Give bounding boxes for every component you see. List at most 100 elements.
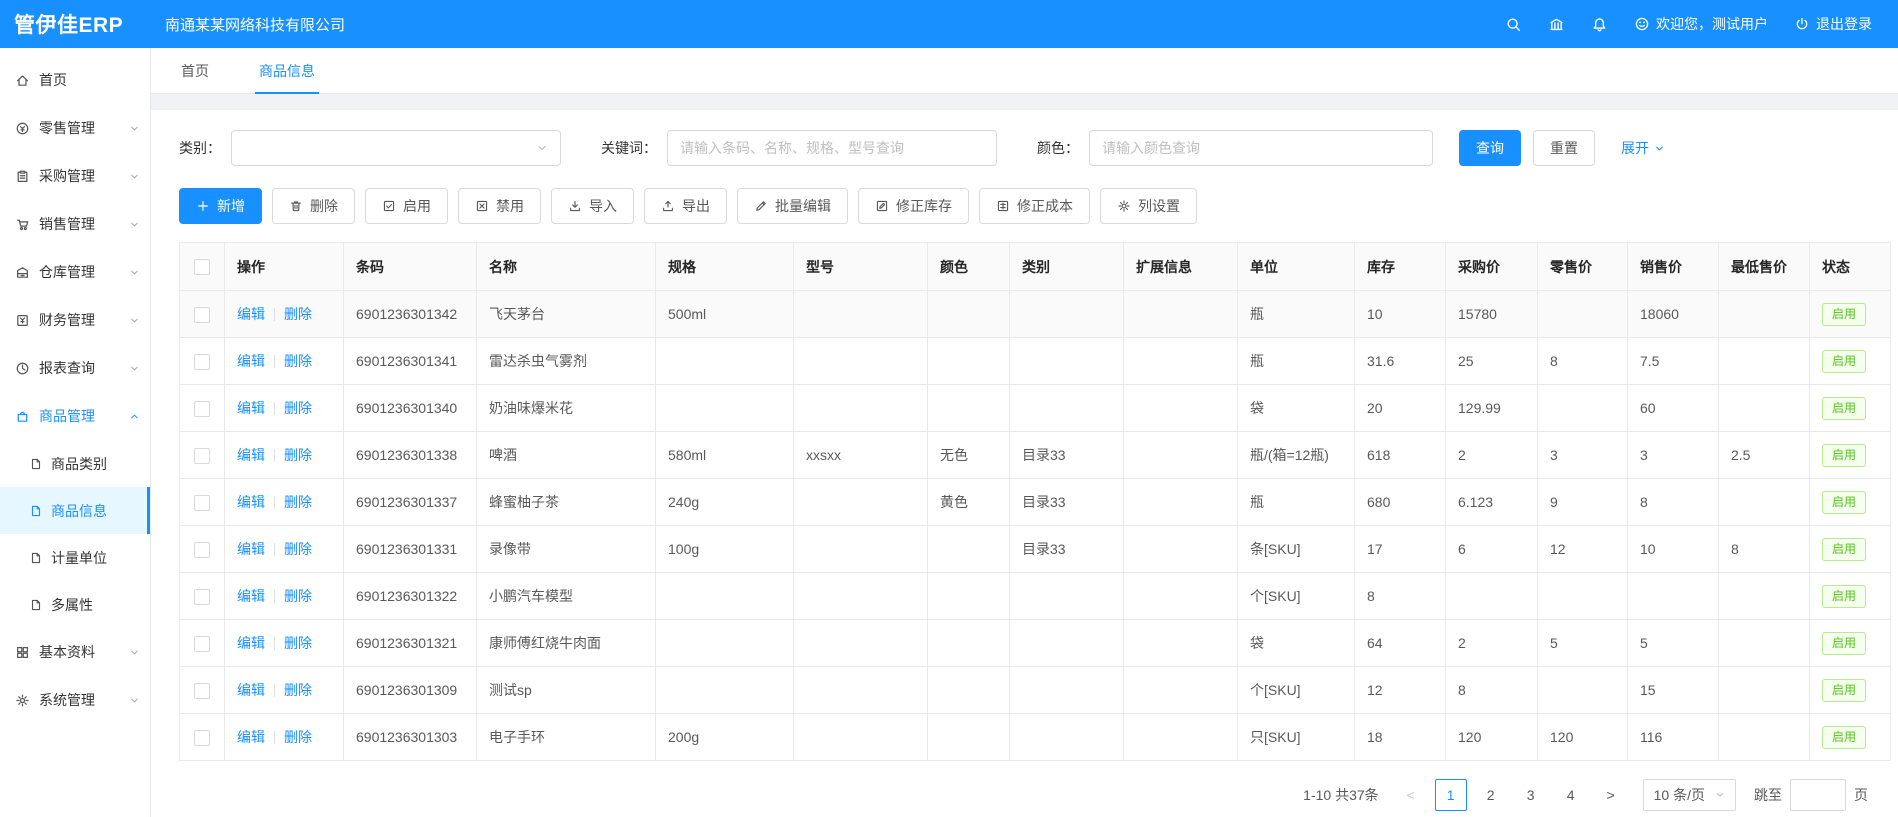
add-button[interactable]: 新增 bbox=[179, 188, 262, 224]
delete-link[interactable]: 删除 bbox=[284, 729, 312, 745]
logout-button[interactable]: 退出登录 bbox=[1794, 14, 1872, 34]
document-icon bbox=[29, 504, 43, 518]
select-all-checkbox[interactable] bbox=[194, 259, 210, 275]
table-head-row: 操作条码名称规格型号颜色类别扩展信息单位库存采购价零售价销售价最低售价状态 bbox=[180, 243, 1891, 291]
tab-product-info[interactable]: 商品信息 bbox=[255, 48, 319, 93]
cell-sale-price: 8 bbox=[1628, 479, 1719, 526]
row-checkbox[interactable] bbox=[194, 307, 210, 323]
cell-spec: 100g bbox=[656, 526, 794, 573]
sidebar-item-finance[interactable]: 财务管理 bbox=[0, 296, 150, 344]
power-icon bbox=[1794, 16, 1810, 32]
color-input[interactable] bbox=[1089, 130, 1433, 166]
sidebar-item-purchase[interactable]: 采购管理 bbox=[0, 152, 150, 200]
edit-link[interactable]: 编辑 bbox=[237, 494, 265, 510]
sidebar-subitem-multi-attribute[interactable]: 多属性 bbox=[0, 581, 150, 628]
edit-link[interactable]: 编辑 bbox=[237, 353, 265, 369]
prev-page-button[interactable]: < bbox=[1395, 779, 1427, 811]
disable-button[interactable]: 禁用 bbox=[458, 188, 541, 224]
bell-icon[interactable] bbox=[1591, 16, 1608, 33]
sales-icon bbox=[15, 217, 30, 232]
expand-link[interactable]: 展开 bbox=[1621, 138, 1665, 158]
adjust-cost-button[interactable]: 修正成本 bbox=[979, 188, 1090, 224]
tab-home[interactable]: 首页 bbox=[177, 48, 213, 93]
delete-link[interactable]: 删除 bbox=[284, 635, 312, 651]
cell-name: 测试sp bbox=[477, 667, 656, 714]
cell-name: 奶油味爆米花 bbox=[477, 385, 656, 432]
main-area: 首页商品信息 类别： 关键词： 颜色： 查询 重置 bbox=[151, 48, 1898, 817]
page-button-1[interactable]: 1 bbox=[1435, 779, 1467, 811]
delete-button[interactable]: 删除 bbox=[272, 188, 355, 224]
shop-icon[interactable] bbox=[1548, 16, 1565, 33]
delete-link[interactable]: 删除 bbox=[284, 400, 312, 416]
sidebar-subitem-measure-unit[interactable]: 计量单位 bbox=[0, 534, 150, 581]
cell-purchase-price: 129.99 bbox=[1446, 385, 1538, 432]
search-button[interactable]: 查询 bbox=[1459, 130, 1521, 166]
sidebar-item-retail[interactable]: 零售管理 bbox=[0, 104, 150, 152]
edit-link[interactable]: 编辑 bbox=[237, 400, 265, 416]
edit-link[interactable]: 编辑 bbox=[237, 306, 265, 322]
page-button-4[interactable]: 4 bbox=[1555, 779, 1587, 811]
button-label: 新增 bbox=[217, 196, 245, 216]
cell-retail-price bbox=[1538, 667, 1628, 714]
delete-link[interactable]: 删除 bbox=[284, 306, 312, 322]
reset-button[interactable]: 重置 bbox=[1533, 130, 1595, 166]
row-checkbox[interactable] bbox=[194, 683, 210, 699]
enable-button[interactable]: 启用 bbox=[365, 188, 448, 224]
delete-link[interactable]: 删除 bbox=[284, 541, 312, 557]
cell-name: 飞天茅台 bbox=[477, 291, 656, 338]
page-button-3[interactable]: 3 bbox=[1515, 779, 1547, 811]
sidebar-item-product[interactable]: 商品管理 bbox=[0, 392, 150, 440]
delete-link[interactable]: 删除 bbox=[284, 353, 312, 369]
search-icon[interactable] bbox=[1505, 16, 1522, 33]
page-button-2[interactable]: 2 bbox=[1475, 779, 1507, 811]
color-label: 颜色： bbox=[1037, 138, 1079, 158]
cell-retail-price: 8 bbox=[1538, 338, 1628, 385]
sidebar-item-basic-data[interactable]: 基本资料 bbox=[0, 628, 150, 676]
row-checkbox[interactable] bbox=[194, 448, 210, 464]
table-row: 编辑删除6901236301309测试sp个[SKU]12815启用 bbox=[180, 667, 1891, 714]
keyword-input[interactable] bbox=[667, 130, 997, 166]
row-checkbox[interactable] bbox=[194, 495, 210, 511]
sidebar-subitem-product-category[interactable]: 商品类别 bbox=[0, 440, 150, 487]
row-checkbox[interactable] bbox=[194, 636, 210, 652]
status-badge: 启用 bbox=[1822, 679, 1866, 702]
row-checkbox[interactable] bbox=[194, 401, 210, 417]
export-button[interactable]: 导出 bbox=[644, 188, 727, 224]
sidebar-item-sales[interactable]: 销售管理 bbox=[0, 200, 150, 248]
sidebar-item-home[interactable]: 首页 bbox=[0, 56, 150, 104]
edit-link[interactable]: 编辑 bbox=[237, 682, 265, 698]
sidebar-subitem-product-info[interactable]: 商品信息 bbox=[0, 487, 150, 534]
cell-name: 录像带 bbox=[477, 526, 656, 573]
delete-link[interactable]: 删除 bbox=[284, 447, 312, 463]
next-page-button[interactable]: > bbox=[1595, 779, 1627, 811]
edit-link[interactable]: 编辑 bbox=[237, 635, 265, 651]
row-checkbox[interactable] bbox=[194, 589, 210, 605]
row-checkbox[interactable] bbox=[194, 542, 210, 558]
sidebar-item-system[interactable]: 系统管理 bbox=[0, 676, 150, 724]
cell-color bbox=[928, 714, 1010, 761]
adjust-stock-button[interactable]: 修正库存 bbox=[858, 188, 969, 224]
edit-link[interactable]: 编辑 bbox=[237, 447, 265, 463]
cell-unit: 瓶 bbox=[1238, 479, 1355, 526]
sidebar-item-warehouse[interactable]: 仓库管理 bbox=[0, 248, 150, 296]
column-header: 最低售价 bbox=[1719, 243, 1810, 291]
import-button[interactable]: 导入 bbox=[551, 188, 634, 224]
category-select[interactable] bbox=[231, 130, 561, 166]
welcome-user[interactable]: 欢迎您，测试用户 bbox=[1634, 14, 1768, 34]
batch-edit-button[interactable]: 批量编辑 bbox=[737, 188, 848, 224]
edit-link[interactable]: 编辑 bbox=[237, 588, 265, 604]
sidebar-item-report[interactable]: 报表查询 bbox=[0, 344, 150, 392]
button-label: 导入 bbox=[589, 196, 617, 216]
row-checkbox[interactable] bbox=[194, 354, 210, 370]
row-checkbox[interactable] bbox=[194, 730, 210, 746]
chevron-down-icon bbox=[129, 363, 140, 374]
page-size-select[interactable]: 10 条/页 bbox=[1643, 779, 1736, 811]
delete-link[interactable]: 删除 bbox=[284, 682, 312, 698]
delete-link[interactable]: 删除 bbox=[284, 588, 312, 604]
edit-link[interactable]: 编辑 bbox=[237, 729, 265, 745]
column-settings-button[interactable]: 列设置 bbox=[1100, 188, 1197, 224]
jump-page-input[interactable] bbox=[1790, 779, 1846, 811]
edit-link[interactable]: 编辑 bbox=[237, 541, 265, 557]
cell-purchase-price bbox=[1446, 573, 1538, 620]
delete-link[interactable]: 删除 bbox=[284, 494, 312, 510]
